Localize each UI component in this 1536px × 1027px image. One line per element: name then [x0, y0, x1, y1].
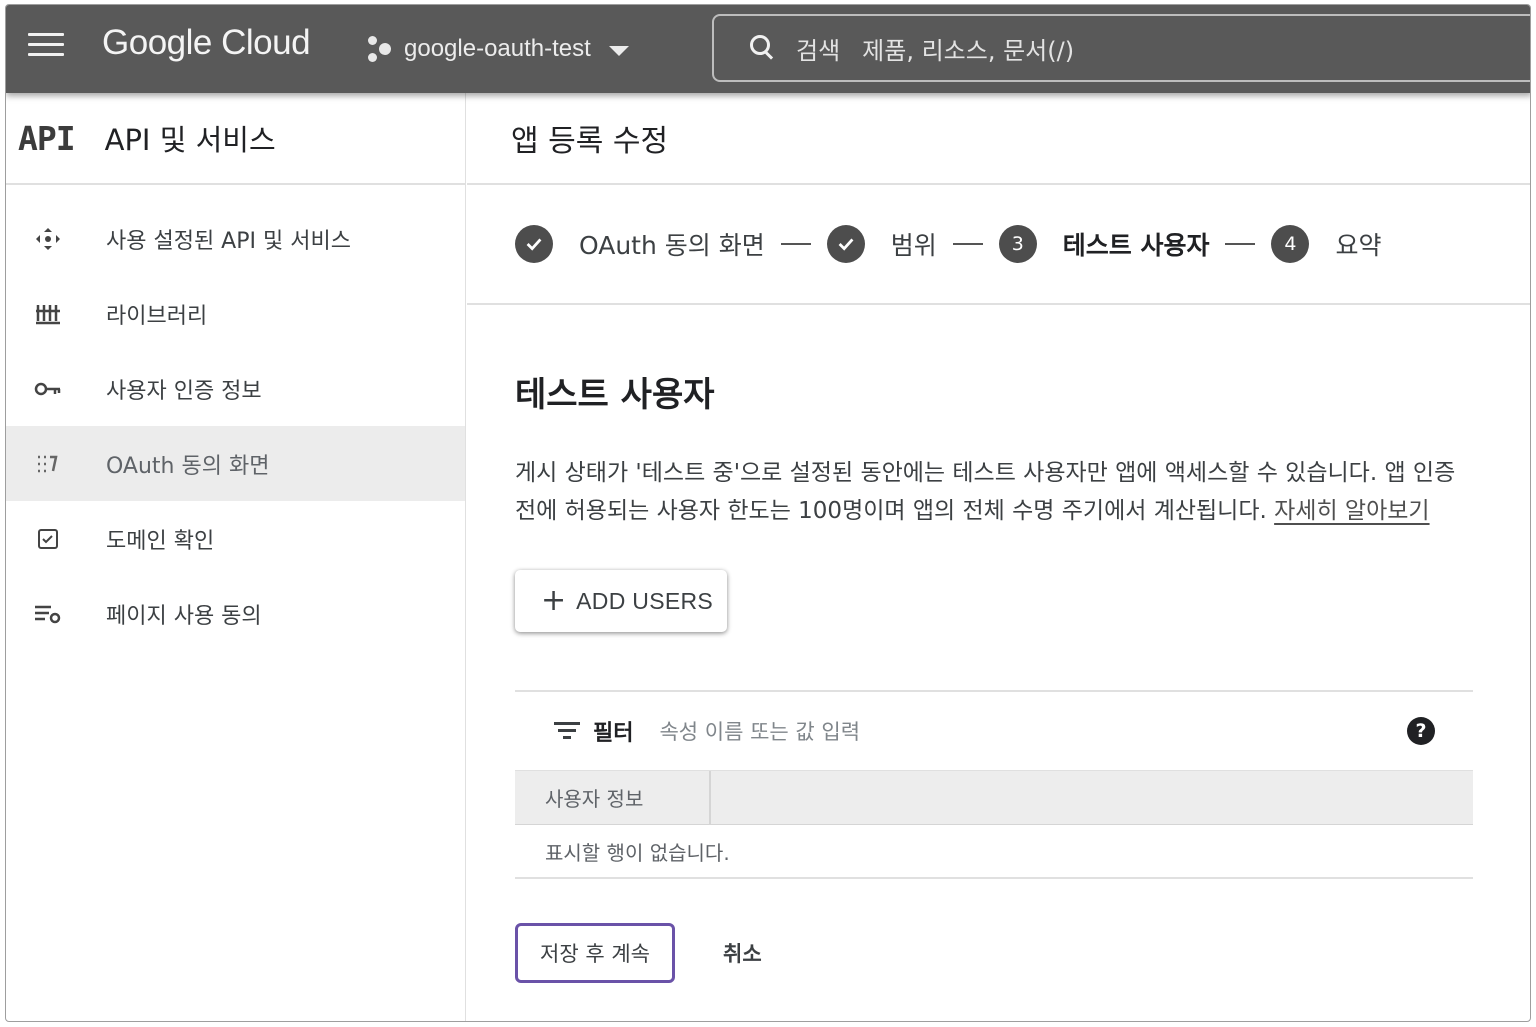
step-test-users[interactable]: 3 테스트 사용자	[998, 225, 1210, 263]
add-users-button[interactable]: + ADD USERS	[515, 570, 727, 632]
filter-icon	[553, 720, 581, 742]
sidebar-item-credentials[interactable]: 사용자 인증 정보	[6, 351, 465, 426]
sidebar-item-enabled-apis[interactable]: 사용 설정된 API 및 서비스	[6, 201, 465, 276]
table-header: 사용자 정보	[515, 770, 1473, 825]
key-icon	[32, 375, 64, 403]
plus-icon: +	[541, 583, 567, 618]
empty-state: 표시할 행이 없습니다.	[515, 825, 1473, 879]
step-oauth-consent[interactable]: OAuth 동의 화면	[515, 225, 765, 263]
check-icon	[515, 225, 553, 263]
project-icon	[366, 34, 394, 64]
step-summary[interactable]: 4 요약	[1271, 225, 1381, 263]
step-divider	[1225, 243, 1256, 245]
section-title: 테스트 사용자	[515, 375, 715, 415]
sidebar-item-domain-verification[interactable]: 도메인 확인	[6, 501, 465, 576]
sidebar-item-page-usage-agreement[interactable]: 페이지 사용 동의	[6, 576, 465, 651]
sidebar-item-label: 라이브러리	[106, 303, 208, 329]
form-actions: 저장 후 계속 취소	[515, 923, 1477, 983]
project-name: google-oauth-test	[404, 35, 591, 62]
column-user-info[interactable]: 사용자 정보	[515, 771, 711, 824]
checkbox-icon	[32, 525, 64, 553]
page-header: 앱 등록 수정	[467, 93, 1530, 185]
search-icon	[748, 33, 778, 63]
sidebar-item-label: OAuth 동의 화면	[106, 453, 270, 479]
filter-input[interactable]: 속성 이름 또는 값 입력	[659, 716, 860, 746]
sidebar-item-oauth-consent[interactable]: OAuth 동의 화면	[6, 426, 465, 501]
consent-screen-icon	[32, 450, 64, 478]
sidebar-item-label: 페이지 사용 동의	[106, 603, 262, 629]
step-number: 3	[998, 225, 1037, 263]
library-icon	[32, 300, 64, 328]
api-logo: API	[18, 118, 76, 158]
filter-label: 필터	[593, 721, 634, 746]
search-placeholder: 제품, 리소스, 문서(/)	[862, 36, 1075, 65]
search-label: 검색	[796, 36, 841, 65]
top-bar: Google Cloud google-oauth-test 검색 제품, 리소…	[6, 5, 1530, 93]
step-scopes[interactable]: 범위	[826, 225, 937, 263]
section-description: 게시 상태가 '테스트 중'으로 설정된 동안에는 테스트 사용자만 앱에 액세…	[515, 454, 1465, 530]
step-divider	[952, 243, 983, 245]
add-users-label: ADD USERS	[576, 587, 714, 614]
google-cloud-logo[interactable]: Google Cloud	[102, 23, 311, 63]
users-table: 필터 속성 이름 또는 값 입력 ? 사용자 정보 표시할 행이 없습니다.	[515, 690, 1473, 879]
menu-icon[interactable]	[28, 33, 64, 63]
settings-list-icon	[32, 600, 64, 628]
main-content: 앱 등록 수정 OAuth 동의 화면 범위 3 테스트 사용자 4 요약 테스…	[467, 93, 1530, 1021]
api-hub-icon	[32, 225, 64, 253]
step-divider	[780, 243, 811, 245]
search-input[interactable]: 검색 제품, 리소스, 문서(/)	[712, 14, 1530, 82]
filter-bar[interactable]: 필터 속성 이름 또는 값 입력 ?	[515, 692, 1473, 770]
sidebar-title: API 및 서비스	[104, 123, 276, 157]
stepper: OAuth 동의 화면 범위 3 테스트 사용자 4 요약	[467, 185, 1530, 305]
step-number: 4	[1271, 225, 1310, 263]
step-label: OAuth 동의 화면	[579, 231, 765, 260]
step-label: 범위	[890, 231, 937, 260]
chevron-down-icon	[608, 46, 629, 56]
sidebar-header: API API 및 서비스	[6, 93, 465, 185]
step-label: 요약	[1335, 231, 1382, 260]
check-icon	[826, 225, 865, 263]
learn-more-link[interactable]: 자세히 알아보기	[1274, 498, 1429, 524]
sidebar-item-label: 사용 설정된 API 및 서비스	[106, 228, 351, 254]
test-users-section: 테스트 사용자 게시 상태가 '테스트 중'으로 설정된 동안에는 테스트 사용…	[467, 305, 1477, 983]
cancel-button[interactable]: 취소	[723, 938, 762, 968]
sidebar-nav: 사용 설정된 API 및 서비스 라이브러리 사용자 인증 정보 OAuth 동…	[6, 185, 465, 651]
sidebar-item-label: 사용자 인증 정보	[106, 378, 262, 404]
app-window: Google Cloud google-oauth-test 검색 제품, 리소…	[5, 4, 1531, 1022]
sidebar-item-label: 도메인 확인	[106, 528, 215, 554]
help-icon[interactable]: ?	[1407, 717, 1435, 745]
project-selector[interactable]: google-oauth-test	[366, 29, 629, 69]
page-title: 앱 등록 수정	[511, 124, 669, 159]
sidebar: API API 및 서비스 사용 설정된 API 및 서비스 라이브러리 사용자…	[6, 93, 466, 1021]
save-and-continue-button[interactable]: 저장 후 계속	[515, 923, 675, 983]
sidebar-item-library[interactable]: 라이브러리	[6, 276, 465, 351]
step-label: 테스트 사용자	[1062, 231, 1210, 260]
